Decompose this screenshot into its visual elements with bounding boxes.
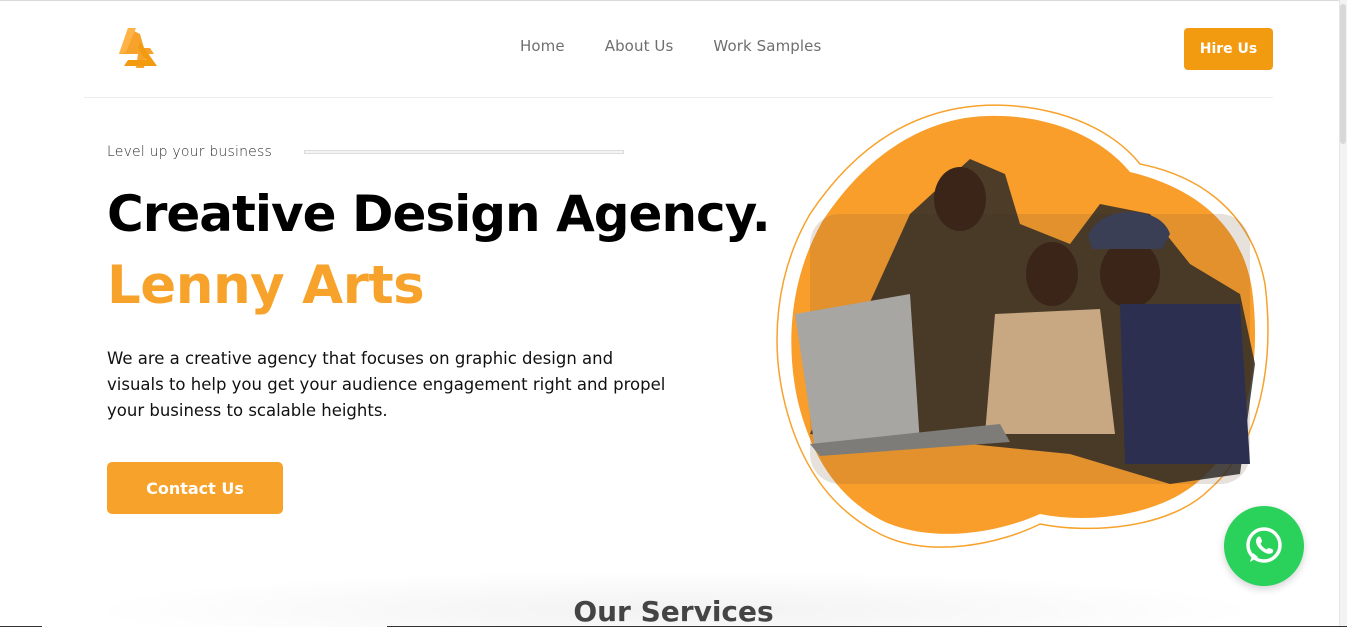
tagline-row: Level up your business <box>107 140 807 164</box>
nav-work-samples[interactable]: Work Samples <box>713 37 821 55</box>
nav-about-us[interactable]: About Us <box>605 37 674 55</box>
contact-us-button[interactable]: Contact Us <box>107 462 283 514</box>
scrollbar[interactable] <box>1339 0 1347 627</box>
navbar: Home About Us Work Samples Hire Us <box>84 0 1273 98</box>
lenny-arts-logo-icon[interactable] <box>114 24 166 74</box>
hero-description: We are a creative agency that focuses on… <box>107 349 666 420</box>
hero-headline: Creative Design Agency. <box>107 185 771 243</box>
tagline-divider <box>303 150 624 154</box>
scrollbar-thumb[interactable] <box>1340 4 1346 144</box>
main-nav: Home About Us Work Samples <box>520 37 821 55</box>
nav-home[interactable]: Home <box>520 37 565 55</box>
team-photo-blob <box>770 104 1270 554</box>
whatsapp-icon[interactable] <box>1224 506 1304 586</box>
hire-us-button[interactable]: Hire Us <box>1184 28 1273 70</box>
hero-tagline: Level up your business <box>107 144 272 160</box>
services-title: Our Services <box>573 595 774 627</box>
hero-subheadline: Lenny Arts <box>107 255 425 316</box>
hero-section: Level up your business Creative Design A… <box>107 140 807 514</box>
